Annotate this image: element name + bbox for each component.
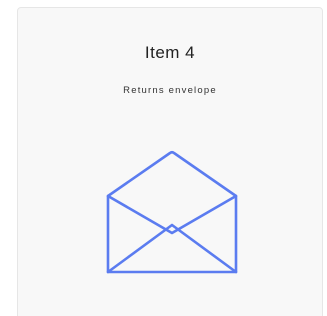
item-card[interactable]: Item 4 Returns envelope (17, 7, 323, 316)
envelope-open-icon (106, 150, 238, 274)
card-title: Item 4 (144, 43, 196, 62)
card-subtitle: Returns envelope (123, 85, 217, 96)
